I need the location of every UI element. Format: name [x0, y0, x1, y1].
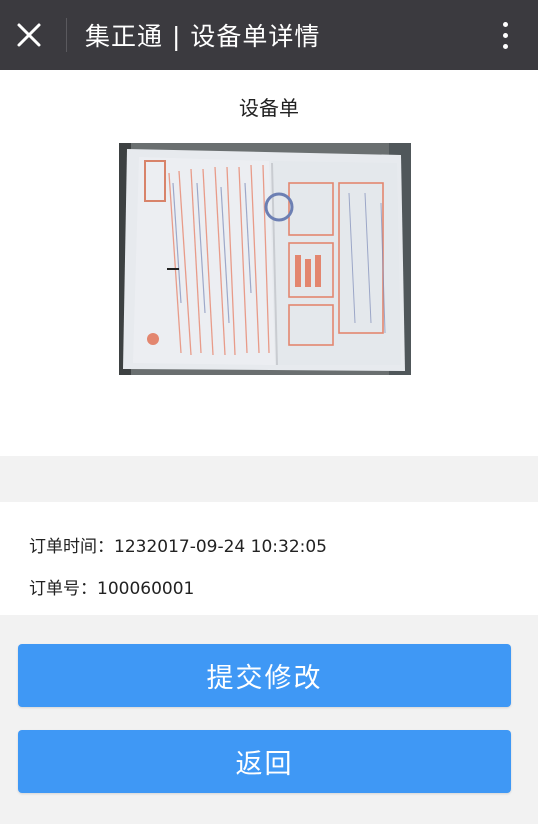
document-photo-image — [119, 143, 411, 375]
more-vertical-icon-dot — [502, 32, 508, 38]
submit-changes-button[interactable]: 提交修改 — [18, 644, 511, 707]
top-bar: 集正通 | 设备单详情 — [0, 0, 538, 70]
order-number-row: 订单号：100060001 — [29, 574, 194, 599]
order-info-card: 订单时间：1232017-09-24 10:32:05 订单号：10006000… — [0, 502, 538, 615]
order-time-value: 1232017-09-24 10:32:05 — [114, 537, 327, 557]
document-label: 设备单 — [239, 96, 299, 120]
close-icon — [17, 23, 41, 47]
page-title: 集正通 | 设备单详情 — [85, 22, 321, 51]
order-number-label: 订单号： — [29, 579, 97, 599]
document-card: 设备单 — [0, 70, 538, 456]
more-vertical-icon-dot — [502, 43, 508, 49]
document-photo[interactable] — [119, 143, 411, 375]
more-menu-button[interactable] — [490, 0, 520, 70]
more-vertical-icon — [502, 21, 508, 27]
close-button[interactable] — [0, 0, 58, 70]
order-time-label: 订单时间： — [29, 537, 114, 557]
back-button[interactable]: 返回 — [18, 730, 511, 793]
header-divider — [66, 18, 67, 52]
order-time-row: 订单时间：1232017-09-24 10:32:05 — [29, 532, 327, 557]
order-number-value: 100060001 — [97, 579, 195, 599]
